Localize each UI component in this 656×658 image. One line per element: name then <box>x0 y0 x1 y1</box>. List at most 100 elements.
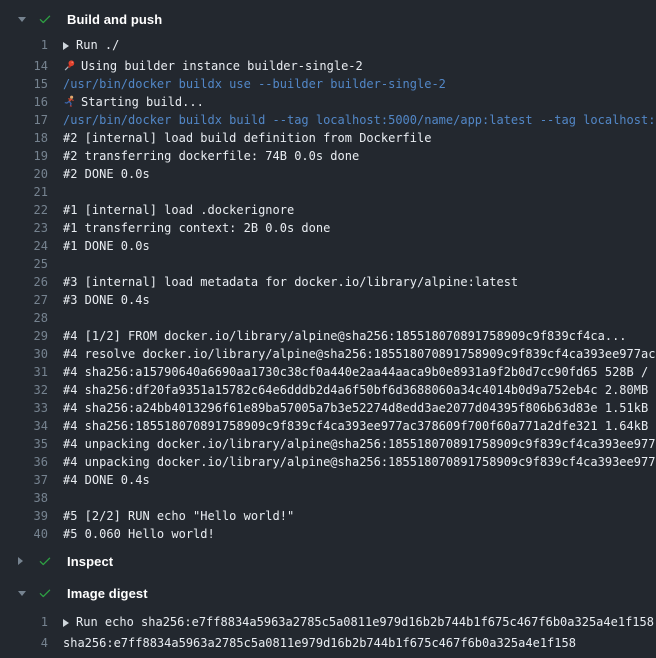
line-number[interactable]: 33 <box>0 399 48 417</box>
log-line: 30 #4 resolve docker.io/library/alpine@sh… <box>0 345 656 363</box>
line-number[interactable]: 18 <box>0 129 48 147</box>
line-number[interactable]: 15 <box>0 75 48 93</box>
log-line: 4 sha256:e7ff8834a5963a2785c5a0811e979d16… <box>0 634 656 652</box>
line-number[interactable]: 14 <box>0 57 48 75</box>
line-number[interactable]: 20 <box>0 165 48 183</box>
command-text: /usr/bin/docker buildx build --tag local… <box>63 111 656 129</box>
line-number[interactable]: 27 <box>0 291 48 309</box>
section-header-inspect[interactable]: Inspect <box>0 549 656 573</box>
log-text[interactable]: Run ./ <box>63 36 119 54</box>
line-number[interactable]: 40 <box>0 525 48 543</box>
line-number[interactable]: 1 <box>0 36 48 54</box>
line-number[interactable]: 36 <box>0 453 48 471</box>
log-line: 39 #5 [2/2] RUN echo "Hello world!" <box>0 507 656 525</box>
runner-icon <box>63 95 76 108</box>
log-line: 20#2 DONE 0.0s <box>0 165 656 183</box>
line-number[interactable]: 4 <box>0 634 48 652</box>
log-text: #4 sha256:185518070891758909c9f839cf4ca3… <box>63 417 656 435</box>
log-text: #1 transferring context: 2B 0.0s done <box>63 219 330 237</box>
section-title: Image digest <box>67 586 148 601</box>
line-number[interactable]: 37 <box>0 471 48 489</box>
line-number[interactable]: 31 <box>0 363 48 381</box>
log-line: 32 #4 sha256:df20fa9351a15782c64e6dddb2d4… <box>0 381 656 399</box>
line-number[interactable]: 21 <box>0 183 48 201</box>
line-number[interactable]: 35 <box>0 435 48 453</box>
line-number[interactable]: 29 <box>0 327 48 345</box>
chevron-down-icon[interactable] <box>18 17 28 22</box>
line-number[interactable]: 17 <box>0 111 48 129</box>
log-line: 35 #4 unpacking docker.io/library/alpine@… <box>0 435 656 453</box>
line-number[interactable]: 34 <box>0 417 48 435</box>
log-text: #4 sha256:a15790640a6690aa1730c38cf0a440… <box>63 363 656 381</box>
chevron-down-icon[interactable] <box>18 591 28 596</box>
log-line: 31 #4 sha256:a15790640a6690aa1730c38cf0a4… <box>0 363 656 381</box>
expand-group-icon[interactable] <box>63 619 69 627</box>
log-group-line: 1 Run ./ <box>0 36 656 54</box>
log-text: #2 transferring dockerfile: 74B 0.0s don… <box>63 147 359 165</box>
success-check-icon <box>38 12 52 26</box>
line-number[interactable]: 26 <box>0 273 48 291</box>
log-line: 33 #4 sha256:a24bb4013296f61e89ba57005a7b… <box>0 399 656 417</box>
chevron-right-icon[interactable] <box>18 557 28 565</box>
line-number[interactable]: 1 <box>0 613 48 631</box>
section-header-image-digest[interactable]: Image digest <box>0 581 656 605</box>
log-text: Using builder instance builder-single-2 <box>63 57 363 75</box>
success-check-icon <box>38 554 52 568</box>
log-text: #4 DONE 0.4s <box>63 471 150 489</box>
log-line: 23 #1 transferring context: 2B 0.0s done <box>0 219 656 237</box>
line-number[interactable]: 39 <box>0 507 48 525</box>
log-text: #4 unpacking docker.io/library/alpine@sh… <box>63 453 656 471</box>
section-header-build-and-push[interactable]: Build and push <box>0 7 656 31</box>
log-line: 17/usr/bin/docker buildx build --tag loc… <box>0 111 656 129</box>
log-text: #1 DONE 0.0s <box>63 237 150 255</box>
log-text: #4 sha256:a24bb4013296f61e89ba57005a7b3e… <box>63 399 656 417</box>
success-check-icon <box>38 586 52 600</box>
log-line: 22 #1 [internal] load .dockerignore <box>0 201 656 219</box>
pushpin-icon <box>63 59 76 72</box>
line-number[interactable]: 16 <box>0 93 48 111</box>
log-text: #4 [1/2] FROM docker.io/library/alpine@s… <box>63 327 627 345</box>
log-line: 38 <box>0 489 656 507</box>
log-line: 25 <box>0 255 656 273</box>
log-group-line: 1 Run echo sha256:e7ff8834a5963a2785c5a08… <box>0 613 656 631</box>
line-number[interactable]: 32 <box>0 381 48 399</box>
log-line: 15/usr/bin/docker buildx use --builder b… <box>0 75 656 93</box>
log-line: 28 <box>0 309 656 327</box>
log-lines-build-and-push: 1 Run ./ 14 Using builder instance builder-… <box>0 36 656 543</box>
line-number[interactable]: 30 <box>0 345 48 363</box>
log-text: #3 DONE 0.4s <box>63 291 150 309</box>
log-line: 34 #4 sha256:185518070891758909c9f839cf4c… <box>0 417 656 435</box>
line-number[interactable]: 19 <box>0 147 48 165</box>
line-number[interactable]: 22 <box>0 201 48 219</box>
log-text: sha256:e7ff8834a5963a2785c5a0811e979d16b… <box>63 634 576 652</box>
log-text: #5 [2/2] RUN echo "Hello world!" <box>63 507 294 525</box>
log-text: #2 [internal] load build definition from… <box>63 129 431 147</box>
log-line: 24 #1 DONE 0.0s <box>0 237 656 255</box>
log-line: 29 #4 [1/2] FROM docker.io/library/alpine… <box>0 327 656 345</box>
log-line: 37 #4 DONE 0.4s <box>0 471 656 489</box>
log-text[interactable]: Run echo sha256:e7ff8834a5963a2785c5a081… <box>63 613 654 631</box>
line-number[interactable]: 23 <box>0 219 48 237</box>
section-title: Build and push <box>67 12 162 27</box>
log-line: 18 #2 [internal] load build definition fr… <box>0 129 656 147</box>
log-text: Starting build... <box>63 93 204 111</box>
log-text: #4 resolve docker.io/library/alpine@sha2… <box>63 345 656 363</box>
log-text: #3 [internal] load metadata for docker.i… <box>63 273 518 291</box>
line-number[interactable]: 25 <box>0 255 48 273</box>
log-line: 27 #3 DONE 0.4s <box>0 291 656 309</box>
log-lines-image-digest: 1 Run echo sha256:e7ff8834a5963a2785c5a08… <box>0 613 656 652</box>
expand-group-icon[interactable] <box>63 42 69 50</box>
line-number[interactable]: 38 <box>0 489 48 507</box>
log-text: #5 0.060 Hello world! <box>63 525 215 543</box>
log-line: 26 #3 [internal] load metadata for docker… <box>0 273 656 291</box>
log-line: 36 #4 unpacking docker.io/library/alpine@… <box>0 453 656 471</box>
line-number[interactable]: 24 <box>0 237 48 255</box>
log-line: 14 Using builder instance builder-single-… <box>0 57 656 75</box>
log-line: 21 <box>0 183 656 201</box>
log-text: #1 [internal] load .dockerignore <box>63 201 294 219</box>
log-text: #4 sha256:df20fa9351a15782c64e6dddb2d4a6… <box>63 381 656 399</box>
log-line: 40 #5 0.060 Hello world! <box>0 525 656 543</box>
line-number[interactable]: 28 <box>0 309 48 327</box>
log-text: #4 unpacking docker.io/library/alpine@sh… <box>63 435 656 453</box>
section-title: Inspect <box>67 554 113 569</box>
